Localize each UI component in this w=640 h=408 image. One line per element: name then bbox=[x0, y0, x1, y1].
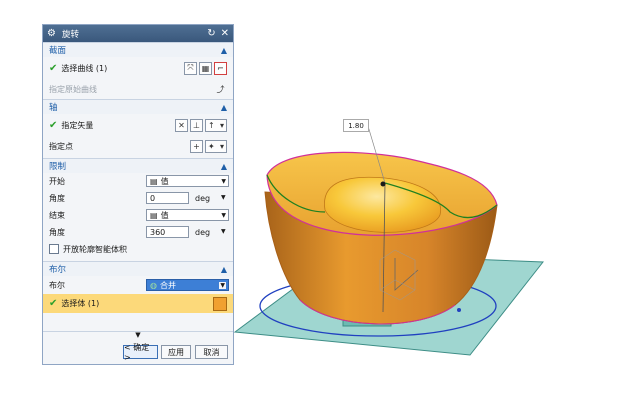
select-curve-label: 选择曲线 (1) bbox=[61, 63, 108, 73]
cancel-button[interactable]: 取消 bbox=[195, 345, 228, 359]
point-dialog-icon[interactable]: + bbox=[190, 139, 203, 153]
start-mode-value: 值 bbox=[160, 176, 169, 186]
vector-arrow-icon: ↑ bbox=[208, 120, 215, 130]
point-icon: ✦ bbox=[208, 141, 215, 151]
collapse-icon[interactable]: ▲ bbox=[221, 46, 227, 55]
check-icon: ✔ bbox=[49, 62, 58, 74]
dialog-footer: ▼ < 确定 > 应用 取消 bbox=[43, 331, 233, 364]
vector-type-dropdown[interactable]: ↑ ▾ bbox=[205, 118, 227, 132]
start-mode-select[interactable]: ▤ 值 ▼ bbox=[146, 175, 229, 187]
open-profile-checkbox[interactable] bbox=[49, 244, 59, 254]
section-boolean-title: 布尔 bbox=[49, 265, 67, 275]
dialog-titlebar: ⚙ 旋转 ↻ ✕ bbox=[43, 25, 233, 42]
origin-curve-icon[interactable]: ⤴ bbox=[214, 83, 227, 96]
ok-button[interactable]: < 确定 > bbox=[123, 343, 158, 362]
curve-rule-icon[interactable]: ⤧ bbox=[184, 61, 197, 75]
specify-point-row[interactable]: 指定点 + ✦ ▾ bbox=[43, 136, 233, 156]
collapse-icon[interactable]: ▲ bbox=[221, 103, 227, 112]
specify-origin-curve-label: 指定原始曲线 bbox=[49, 84, 97, 94]
end-unit: deg bbox=[195, 228, 211, 237]
chevron-down-icon: ▼ bbox=[219, 281, 226, 289]
section-boolean-header[interactable]: 布尔 ▲ bbox=[43, 261, 233, 276]
start-unit: deg bbox=[195, 194, 211, 203]
apply-button[interactable]: 应用 bbox=[161, 345, 191, 359]
start-angle-input[interactable]: 0 bbox=[146, 192, 189, 204]
boolean-select[interactable]: ◍ 合并 ▼ bbox=[146, 279, 229, 291]
select-curve-row[interactable]: ✔ 选择曲线 (1) ⤧ ▦ ⌐ bbox=[43, 57, 233, 79]
reset-icon[interactable]: ↻ bbox=[207, 28, 215, 39]
point-type-dropdown[interactable]: ✦ ▾ bbox=[205, 139, 227, 153]
dialog-title: 旋转 bbox=[61, 29, 79, 40]
select-body-label: 选择体 (1) bbox=[61, 299, 100, 308]
end-row: 结束 ▤ 值 ▼ bbox=[43, 207, 233, 224]
chevron-down-icon: ▼ bbox=[221, 211, 226, 219]
gear-icon: ⚙ bbox=[47, 28, 56, 39]
dimension-tag[interactable]: 1.80 bbox=[343, 119, 369, 132]
sketch-icon[interactable]: ▦ bbox=[199, 61, 212, 75]
select-body-row[interactable]: ✔ 选择体 (1) bbox=[43, 294, 233, 313]
chevron-down-icon: ▾ bbox=[219, 141, 224, 151]
chevron-down-icon: ▾ bbox=[219, 120, 224, 130]
section-profile-title: 截面 bbox=[49, 46, 67, 56]
specify-vector-label: 指定矢量 bbox=[61, 120, 94, 130]
close-icon[interactable]: ✕ bbox=[221, 28, 229, 39]
boolean-row: 布尔 ◍ 合并 ▼ bbox=[43, 276, 233, 294]
value-mode-icon: ▤ bbox=[150, 210, 158, 220]
specify-vector-row[interactable]: ✔ 指定矢量 ✕ ⊥ ↑ ▾ bbox=[43, 114, 233, 136]
axis-end-point[interactable] bbox=[457, 308, 461, 312]
check-icon: ✔ bbox=[49, 119, 58, 131]
collapse-icon[interactable]: ▲ bbox=[221, 162, 227, 171]
start-angle-row: 角度 0 deg ▼ bbox=[43, 190, 233, 207]
section-axis-header[interactable]: 轴 ▲ bbox=[43, 99, 233, 114]
specify-point-label: 指定点 bbox=[49, 141, 73, 151]
section-limits-title: 限制 bbox=[49, 162, 67, 172]
vector-dialog-icon[interactable]: ⊥ bbox=[190, 118, 203, 132]
chevron-down-icon[interactable]: ▼ bbox=[221, 194, 226, 201]
revolve-dialog: ⚙ 旋转 ↻ ✕ 截面 ▲ ✔ 选择曲线 (1) ⤧ ▦ ⌐ 指定原始曲线 ⤴ … bbox=[42, 24, 234, 365]
start-row: 开始 ▤ 值 ▼ bbox=[43, 173, 233, 190]
value-mode-icon: ▤ bbox=[150, 176, 158, 186]
end-mode-value: 值 bbox=[160, 210, 169, 220]
end-mode-select[interactable]: ▤ 值 ▼ bbox=[146, 209, 229, 221]
specify-origin-curve-row[interactable]: 指定原始曲线 ⤴ bbox=[43, 79, 233, 99]
chevron-down-icon: ▼ bbox=[221, 177, 226, 185]
more-options-icon[interactable]: ▼ bbox=[43, 331, 233, 339]
axis-point[interactable] bbox=[380, 181, 386, 187]
end-angle-row: 角度 360 deg ▼ bbox=[43, 224, 233, 241]
sketch-section-icon[interactable]: ⌐ bbox=[214, 61, 227, 75]
open-profile-label: 开放轮廓智能体积 bbox=[63, 244, 127, 254]
section-profile-header[interactable]: 截面 ▲ bbox=[43, 42, 233, 57]
unite-icon: ◍ bbox=[150, 280, 157, 290]
chevron-down-icon[interactable]: ▼ bbox=[221, 228, 226, 235]
section-axis-title: 轴 bbox=[49, 103, 58, 113]
open-profile-row[interactable]: 开放轮廓智能体积 bbox=[43, 241, 233, 257]
collapse-icon[interactable]: ▲ bbox=[221, 265, 227, 274]
reverse-direction-icon[interactable]: ✕ bbox=[175, 118, 188, 132]
boolean-value: 合并 bbox=[159, 280, 176, 290]
check-icon: ✔ bbox=[49, 298, 58, 309]
section-limits-header[interactable]: 限制 ▲ bbox=[43, 158, 233, 173]
solid-body-icon[interactable] bbox=[213, 296, 227, 311]
end-angle-input[interactable]: 360 bbox=[146, 226, 189, 238]
